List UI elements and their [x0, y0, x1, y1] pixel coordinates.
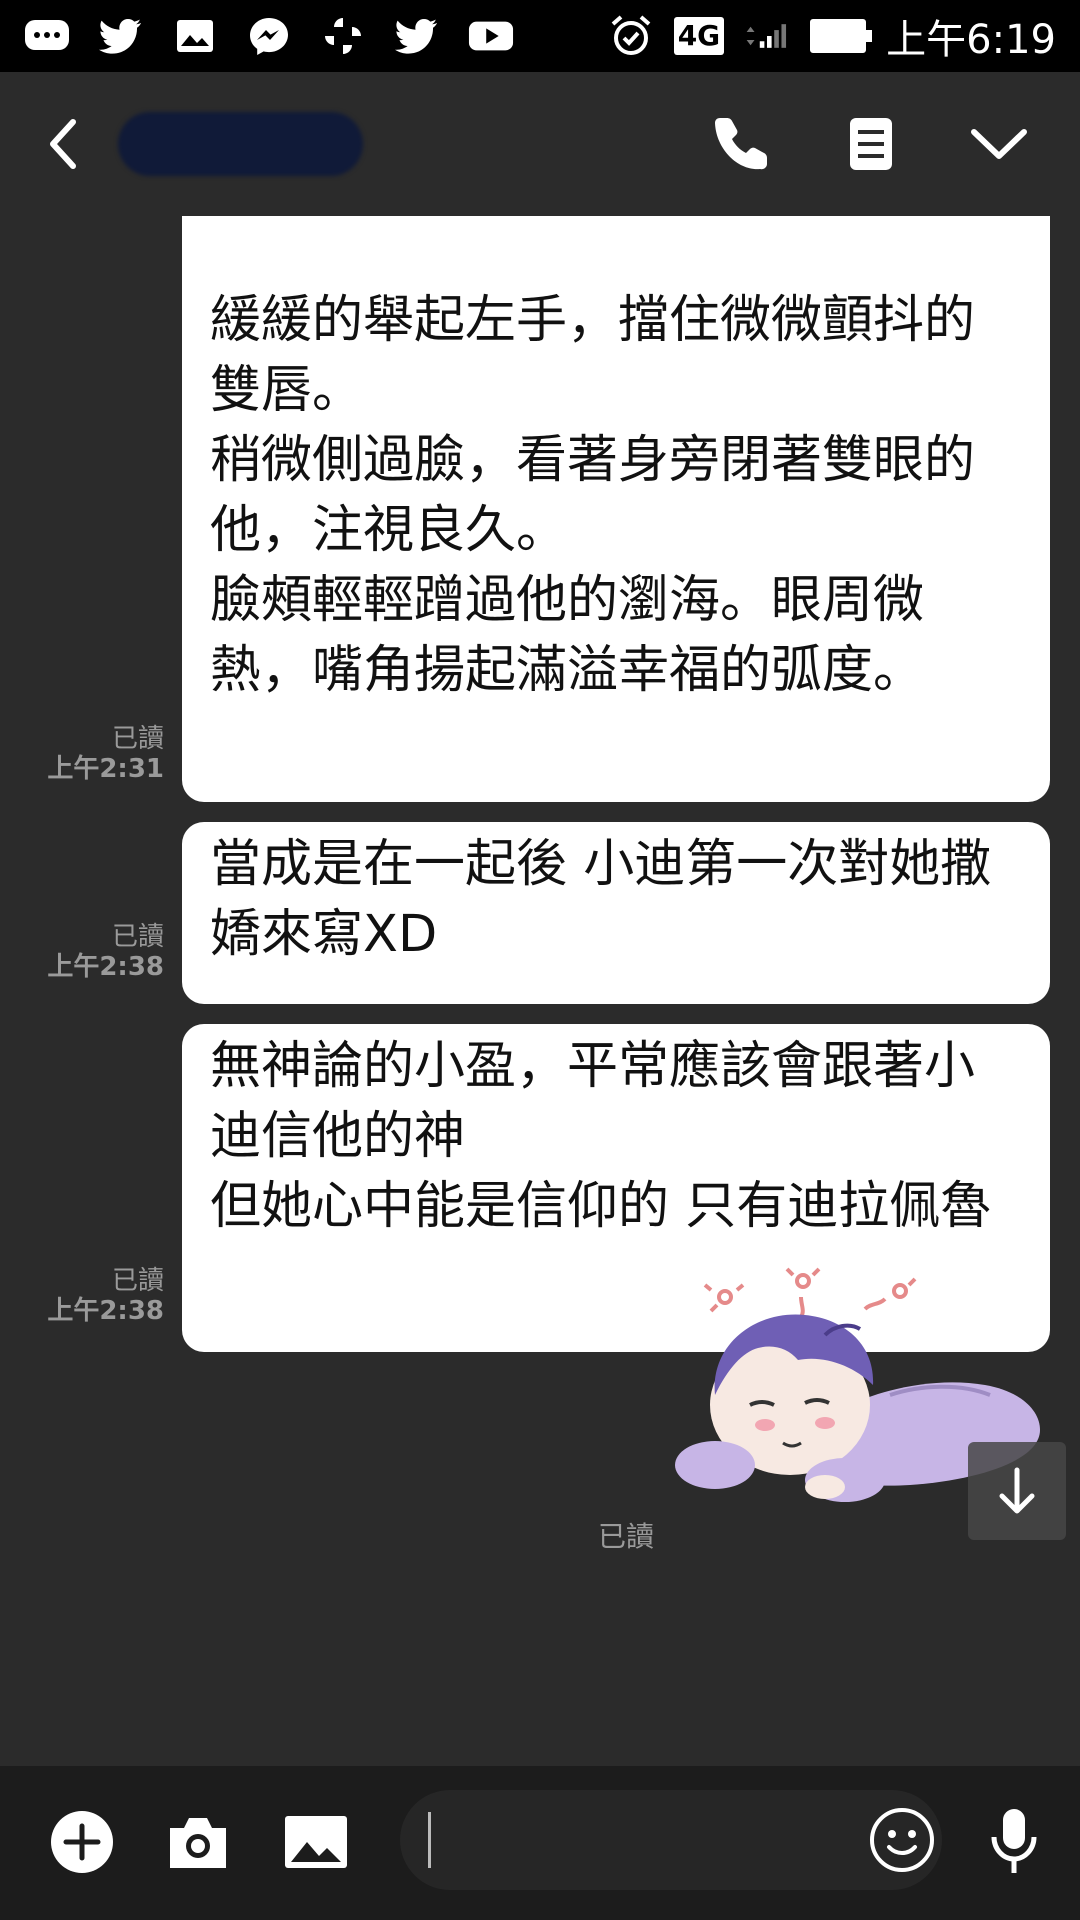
network-type-badge: 4G	[673, 17, 725, 55]
microphone-icon	[991, 1809, 1037, 1873]
message-bubble[interactable]: 當成是在一起後 小迪第一次對她撒嬌來寫XD	[182, 822, 1050, 1004]
message-input-bar	[0, 1766, 1080, 1920]
read-receipt: 已讀	[111, 1266, 164, 1296]
read-receipt: 已讀	[111, 922, 164, 952]
youtube-icon	[468, 16, 514, 56]
more-menu-button[interactable]	[954, 99, 1044, 189]
add-button[interactable]	[34, 1794, 130, 1890]
voice-button[interactable]	[966, 1794, 1062, 1890]
notes-button[interactable]	[826, 99, 916, 189]
emoji-button[interactable]	[854, 1792, 950, 1888]
twitter-icon	[98, 16, 144, 56]
call-button[interactable]	[698, 99, 788, 189]
plus-icon	[51, 1811, 113, 1873]
notification-icons	[24, 16, 514, 56]
phone-icon	[715, 118, 767, 170]
message-time: 上午2:38	[47, 952, 164, 982]
battery-icon	[810, 19, 873, 53]
message-time: 上午2:31	[47, 754, 164, 784]
message-time: 上午2:38	[47, 1296, 164, 1326]
scroll-to-bottom-button[interactable]	[968, 1442, 1066, 1540]
back-chevron-icon	[50, 119, 76, 169]
header-actions	[698, 99, 1044, 189]
arrow-down-icon	[999, 1467, 1035, 1514]
camera-icon	[170, 1818, 226, 1868]
chat-header	[0, 72, 1080, 216]
alarm-icon	[608, 15, 654, 56]
twitter-icon	[394, 16, 440, 56]
notes-icon	[850, 118, 892, 170]
status-clock: 上午6:19	[886, 17, 1056, 63]
image-button[interactable]	[268, 1794, 364, 1890]
contact-name-redacted[interactable]	[118, 112, 363, 176]
message-meta: 已讀 上午2:38	[14, 1266, 164, 1326]
pinwheel-icon	[320, 16, 366, 56]
message-meta: 已讀 上午2:31	[14, 724, 164, 784]
camera-button[interactable]	[150, 1794, 246, 1890]
chat-bubble-icon	[24, 16, 70, 56]
emoji-icon	[870, 1808, 934, 1872]
gallery-icon	[172, 16, 218, 56]
text-caret	[428, 1812, 431, 1868]
chevron-down-icon	[971, 129, 1027, 159]
status-bar: 4G 上午6:19	[0, 0, 1080, 72]
signal-icon	[744, 16, 790, 56]
read-receipt: 已讀	[598, 1520, 655, 1553]
message-bubble[interactable]: 緩緩的舉起左手，擋住微微顫抖的雙唇。 稍微側過臉，看著身旁閉著雙眼的他，注視良久…	[182, 216, 1050, 802]
message-meta: 已讀 上午2:38	[14, 922, 164, 982]
read-receipt: 已讀	[111, 724, 164, 754]
image-icon	[285, 1816, 347, 1868]
back-button[interactable]	[18, 99, 108, 189]
messenger-icon	[246, 16, 292, 56]
system-status: 4G 上午6:19	[608, 7, 1056, 65]
